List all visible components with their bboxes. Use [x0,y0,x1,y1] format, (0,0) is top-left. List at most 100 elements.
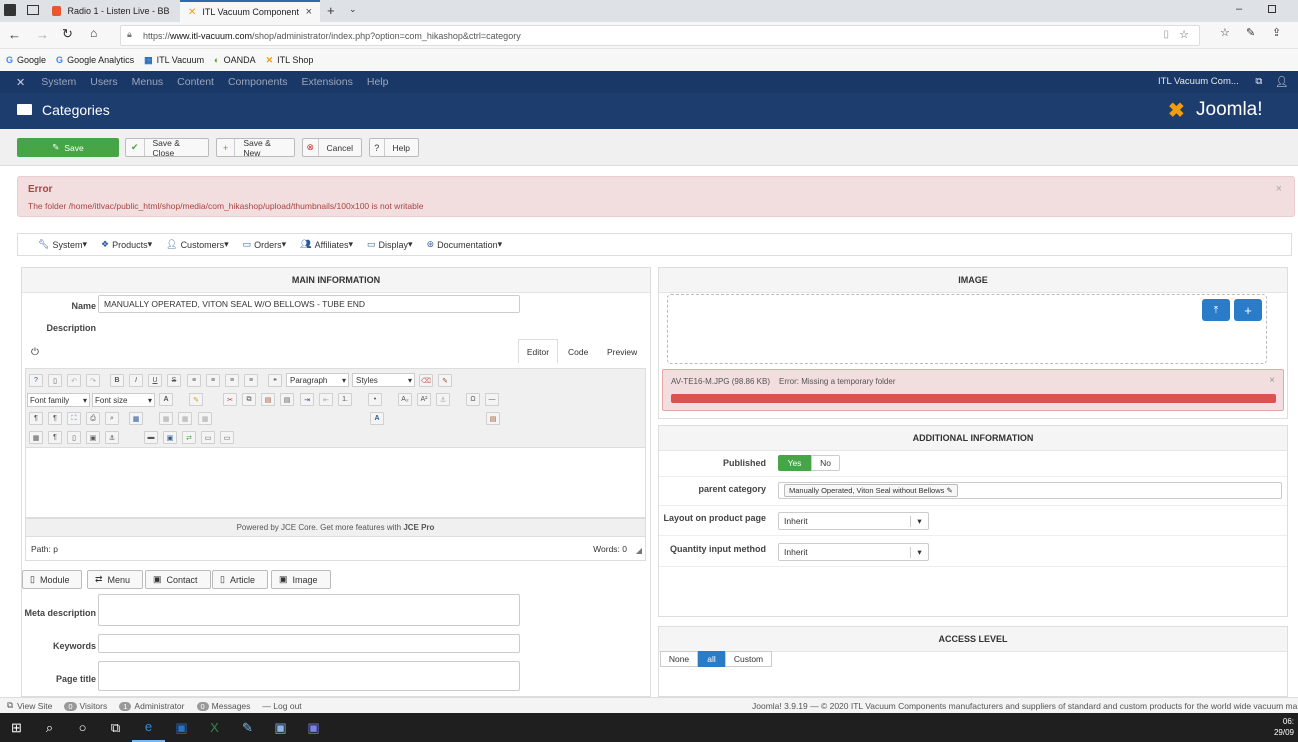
add-image-icon[interactable]: + [1234,299,1262,321]
indent-icon[interactable]: ⇥ [300,393,314,406]
visitors-status[interactable]: 0 Visitors [64,701,107,711]
show-blocks-icon[interactable]: ¶ [48,431,62,444]
keywords-input[interactable] [98,634,520,653]
task-view-icon[interactable]: ⧉ [99,713,132,742]
contact-button[interactable]: ▣ Contact [145,570,211,589]
forward-icon[interactable]: → [36,27,49,42]
parent-category-field[interactable]: Manually Operated, Viton Seal without Be… [778,482,1282,499]
paragraph-select[interactable]: Paragraph ▾ [286,373,349,387]
italic-icon[interactable]: I [129,374,143,387]
rtl-icon[interactable]: ¶ [48,412,62,425]
name-input[interactable]: MANUALLY OPERATED, VITON SEAL W/O BELLOW… [98,295,520,313]
star-icon[interactable]: ☆ [1179,28,1189,41]
published-no-button[interactable]: No [811,455,840,471]
quantity-input-method-select[interactable]: Inherit ▾ [778,543,929,561]
favorites-icon[interactable]: ☆ [1220,26,1230,39]
paste-text-icon[interactable]: ▤ [280,393,294,406]
menu-content[interactable]: Content [177,76,214,88]
help-button[interactable]: ? Help [369,138,419,157]
access-custom-button[interactable]: Custom [725,651,772,667]
table-icon[interactable]: ▦ [129,412,143,425]
bullet-list-icon[interactable]: • [368,393,382,406]
table-cell-icon[interactable]: ▦ [198,412,212,425]
minimize-icon[interactable]: – [1236,3,1242,15]
hika-menu-display[interactable]: ▭ Display ▾ [367,239,413,250]
window-menu-icon[interactable] [4,4,16,16]
menu-menus[interactable]: Menus [132,76,164,88]
system-clock[interactable]: 06: 29/09 [1274,716,1294,738]
align-left-icon[interactable]: ≡ [225,374,239,387]
horizontal-icon[interactable]: ▬ [144,431,158,444]
form-icon[interactable]: ▣ [86,431,100,444]
excel-icon[interactable]: X [198,713,231,742]
align-right-icon[interactable]: ≡ [244,374,258,387]
outlook-icon[interactable]: ▣ [165,713,198,742]
print-icon[interactable]: ⎙ [86,412,100,425]
admin-status[interactable]: 1 Administrator [119,701,185,711]
reading-view-icon[interactable]: ▯ [1163,29,1169,40]
editor-content-area[interactable] [25,448,646,518]
align-center-icon[interactable]: ≡ [206,374,220,387]
align-full-icon[interactable]: ≡ [187,374,201,387]
outdent-icon[interactable]: ⇤ [319,393,333,406]
close-tab-icon[interactable]: × [306,6,312,18]
site-name-link[interactable]: ITL Vacuum Com... ⧉ [1158,76,1262,87]
anchor-link-icon[interactable]: ⚓︎ [105,431,119,444]
messages-status[interactable]: 0 Messages [196,701,250,711]
image-dropzone[interactable] [667,294,1267,364]
page-title-input[interactable] [98,661,520,691]
bookmark-oanda[interactable]: ◐ OANDA [214,55,255,65]
close-alert-icon[interactable]: × [1276,183,1282,195]
published-yes-button[interactable]: Yes [778,455,811,471]
hika-menu-customers[interactable]: 👤︎ Customers ▾ [166,239,228,250]
view-site-link[interactable]: View Site [17,701,52,711]
cortana-icon[interactable]: ○ [66,713,99,742]
hika-menu-products[interactable]: ❖ Products ▾ [101,239,152,250]
cancel-button[interactable]: ⊗ Cancel [302,138,362,157]
anchor-icon[interactable]: ⚓︎ [436,393,450,406]
font-family-select[interactable]: Font family ▾ [27,393,90,407]
menu-button[interactable]: ⇄ Menu [87,570,144,589]
help-icon[interactable]: ? [29,374,43,387]
strikethrough-icon[interactable]: S [167,374,181,387]
menu-system[interactable]: System [41,76,76,88]
home-icon[interactable]: ⌂ [90,26,97,40]
menu-users[interactable]: Users [90,76,117,88]
new-document-icon[interactable]: ▯ [48,374,62,387]
maximize-icon[interactable] [1268,5,1276,13]
pen-icon[interactable]: ✎ [1246,26,1255,39]
bookmark-google-analytics[interactable]: G Google Analytics [56,55,134,65]
tab-radio1[interactable]: Radio 1 - Listen Live - BBC S [44,0,178,22]
hika-menu-affiliates[interactable]: 👥︎ Affiliates ▾ [300,239,353,250]
menu-extensions[interactable]: Extensions [302,76,353,88]
joomla-logo-icon[interactable]: ✕ [16,76,25,89]
access-all-button[interactable]: all [698,651,725,667]
parent-category-tag[interactable]: Manually Operated, Viton Seal without Be… [784,484,958,497]
save-close-button[interactable]: ✔ Save & Close [125,138,209,158]
code-icon[interactable]: ▭ [220,431,234,444]
tab-itl-vacuum[interactable]: ✕ ITL Vacuum Component × [180,0,320,22]
menu-help[interactable]: Help [367,76,389,88]
module-button[interactable]: ▯ Module [22,570,83,589]
bold-icon[interactable]: B [110,374,124,387]
hika-menu-orders[interactable]: ▭ Orders ▾ [243,239,287,250]
hika-menu-documentation[interactable]: ⊛ Documentation ▾ [427,239,503,250]
hr-icon[interactable]: — [485,393,499,406]
text-color-icon[interactable]: A [159,393,173,406]
bookmark-itl-shop[interactable]: ✕ ITL Shop [266,55,314,66]
remove-format-icon[interactable]: ⌫ [419,374,433,387]
clean-icon[interactable]: ✎ [438,374,452,387]
toggle-editor-icon[interactable]: ⏻ [31,347,39,358]
styles-select[interactable]: Styles ▾ [352,373,415,387]
save-button[interactable]: ✎ Save [17,138,119,157]
table-row-icon[interactable]: ▦ [159,412,173,425]
ltr-icon[interactable]: ¶ [29,412,43,425]
search-replace-icon[interactable]: ⌕ [105,412,119,425]
superscript-icon[interactable]: A² [417,393,431,406]
app-icon[interactable]: ▣ [264,713,297,742]
save-new-button[interactable]: + Save & New [216,138,295,158]
new-tab-icon[interactable]: + [327,3,335,18]
tab-actions-icon[interactable] [27,5,39,15]
link-icon[interactable]: ⇄ [182,431,196,444]
edge-icon[interactable]: e [132,713,165,742]
